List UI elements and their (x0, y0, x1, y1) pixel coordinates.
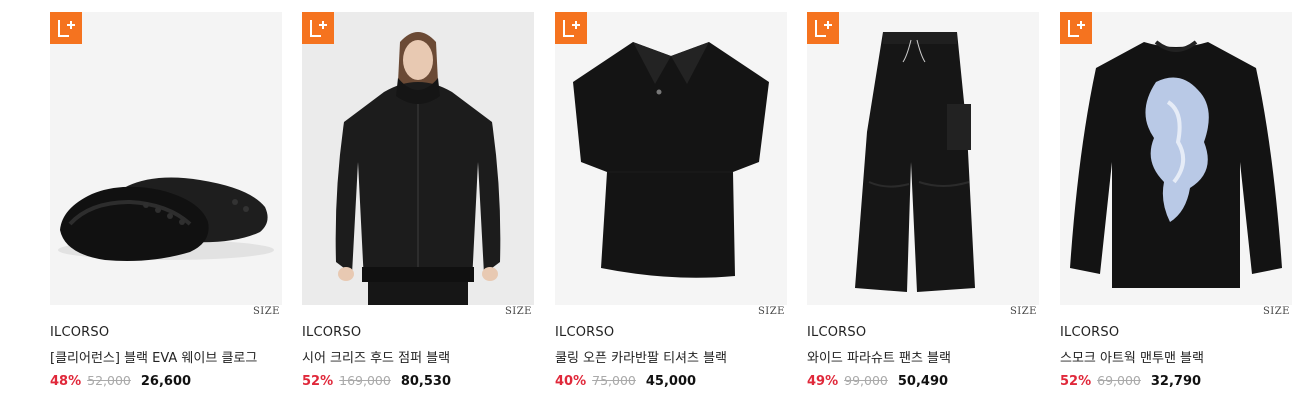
lplus-badge-icon (302, 12, 334, 44)
price-row: 52% 69,000 32,790 (1060, 373, 1292, 389)
product-card[interactable]: SIZE ILCORSO 와이드 파라슈트 팬츠 블랙 49% 99,000 5… (807, 12, 1039, 389)
tshirt-image (555, 12, 787, 305)
discount-rate: 52% (1060, 374, 1092, 389)
discount-rate: 52% (302, 374, 334, 389)
clog-image (50, 12, 282, 305)
product-brand[interactable]: ILCORSO (302, 325, 534, 343)
product-brand[interactable]: ILCORSO (50, 325, 282, 343)
product-card[interactable]: SIZE ILCORSO [클리어런스] 블랙 EVA 웨이브 클로그 48% … (50, 12, 282, 389)
discount-rate: 40% (555, 374, 587, 389)
product-image[interactable] (555, 12, 787, 305)
product-brand[interactable]: ILCORSO (1060, 325, 1292, 343)
price-row: 40% 75,000 45,000 (555, 373, 787, 389)
price-row: 49% 99,000 50,490 (807, 373, 1039, 389)
size-label: SIZE (252, 306, 280, 317)
original-price: 69,000 (1097, 373, 1141, 388)
sale-price: 45,000 (645, 374, 697, 389)
size-label: SIZE (504, 306, 532, 317)
lplus-badge-icon (807, 12, 839, 44)
original-price: 169,000 (339, 373, 391, 388)
product-grid: SIZE ILCORSO [클리어런스] 블랙 EVA 웨이브 클로그 48% … (0, 0, 1303, 407)
jacket-image (302, 12, 534, 305)
original-price: 52,000 (87, 373, 131, 388)
product-card[interactable]: SIZE ILCORSO 쿨링 오픈 카라반팔 티셔츠 블랙 40% 75,00… (555, 12, 787, 389)
size-label: SIZE (1262, 306, 1290, 317)
sale-price: 26,600 (140, 374, 192, 389)
price-row: 48% 52,000 26,600 (50, 373, 282, 389)
product-image[interactable] (807, 12, 1039, 305)
product-brand[interactable]: ILCORSO (807, 325, 1039, 343)
product-image[interactable] (1060, 12, 1292, 305)
sale-price: 32,790 (1150, 374, 1202, 389)
product-image[interactable] (302, 12, 534, 305)
discount-rate: 48% (50, 374, 82, 389)
product-name[interactable]: 쿨링 오픈 카라반팔 티셔츠 블랙 (555, 347, 787, 367)
lplus-badge-icon (555, 12, 587, 44)
product-name[interactable]: [클리어런스] 블랙 EVA 웨이브 클로그 (50, 347, 282, 367)
product-name[interactable]: 시어 크리즈 후드 점퍼 블랙 (302, 347, 534, 367)
size-label: SIZE (1009, 306, 1037, 317)
product-name[interactable]: 와이드 파라슈트 팬츠 블랙 (807, 347, 1039, 367)
lplus-badge-icon (1060, 12, 1092, 44)
sweatshirt-image (1060, 12, 1292, 305)
sale-price: 80,530 (400, 374, 451, 389)
size-label: SIZE (757, 306, 785, 317)
original-price: 75,000 (592, 373, 636, 388)
product-card[interactable]: SIZE ILCORSO 스모크 아트웍 맨투맨 블랙 52% 69,000 3… (1060, 12, 1292, 389)
product-image[interactable] (50, 12, 282, 305)
pants-image (807, 12, 1039, 305)
product-name[interactable]: 스모크 아트웍 맨투맨 블랙 (1060, 347, 1292, 367)
sale-price: 50,490 (897, 374, 949, 389)
product-card[interactable]: SIZE ILCORSO 시어 크리즈 후드 점퍼 블랙 52% 169,000… (302, 12, 534, 389)
lplus-badge-icon (50, 12, 82, 44)
product-brand[interactable]: ILCORSO (555, 325, 787, 343)
price-row: 52% 169,000 80,530 (302, 373, 534, 389)
discount-rate: 49% (807, 374, 839, 389)
original-price: 99,000 (844, 373, 888, 388)
